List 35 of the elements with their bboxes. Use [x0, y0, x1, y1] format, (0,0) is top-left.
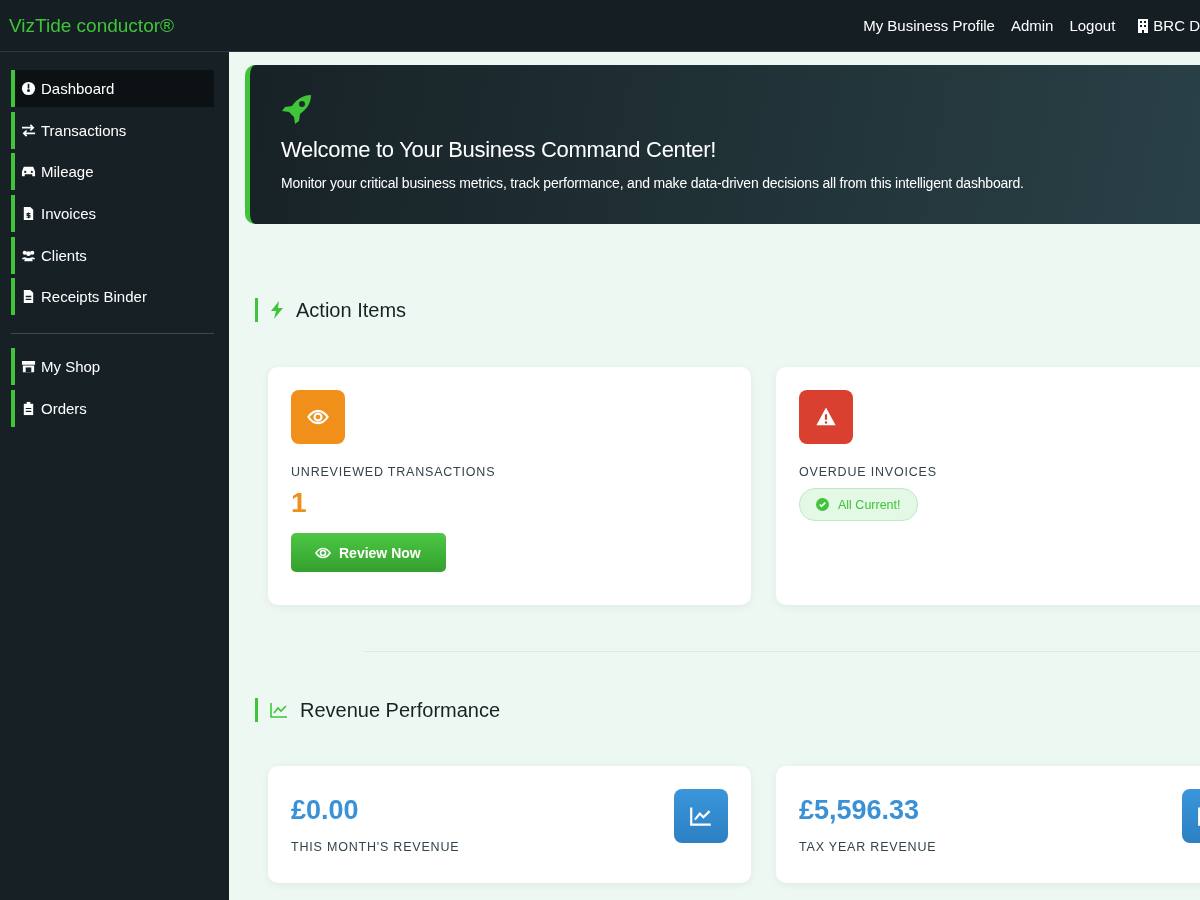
invoice-icon — [21, 206, 36, 222]
nav-link[interactable]: My Business Profile — [863, 17, 995, 34]
sidebar-item[interactable]: My Shop — [11, 348, 214, 386]
clipboard-icon — [21, 401, 36, 417]
building-icon — [1137, 18, 1150, 33]
brand-logo[interactable]: VizTide conductor® — [9, 14, 848, 37]
file-icon — [21, 289, 36, 305]
card-label: OVERDUE INVOICES — [799, 465, 938, 479]
section-heading: Action Items — [296, 298, 407, 322]
gauge-icon — [21, 81, 36, 96]
swap-arrows-icon — [21, 122, 36, 138]
revenue-value: £0.00 — [291, 795, 360, 826]
section-heading: Revenue Performance — [300, 698, 501, 722]
banner-text: Monitor your critical business metrics, track performance, and make data-driven decisions all from this intelligent dashboard. — [281, 175, 1025, 191]
account-name[interactable]: BRC D — [1153, 17, 1200, 34]
sidebar-item[interactable]: Receipts Binder — [11, 278, 214, 316]
count-value: 1 — [291, 487, 308, 519]
card-label: UNREVIEWED TRANSACTIONS — [291, 465, 497, 479]
nav-link[interactable]: Admin — [1010, 17, 1054, 34]
check-circle-icon — [816, 498, 829, 511]
lightning-icon — [270, 301, 284, 319]
banner-title: Welcome to Your Business Command Center! — [281, 137, 718, 163]
sidebar-item[interactable]: Clients — [11, 236, 214, 274]
status-badge: All Current! — [799, 488, 918, 521]
revenue-value: £5,596.33 — [799, 795, 921, 826]
rocket-icon — [281, 93, 313, 125]
sidebar-item[interactable]: Invoices — [11, 195, 214, 233]
card-label: THIS MONTH'S REVENUE — [291, 840, 460, 854]
sidebar-item[interactable]: Transactions — [11, 111, 214, 149]
card-label: TAX YEAR REVENUE — [799, 840, 937, 854]
sidebar-item[interactable]: Mileage — [11, 153, 214, 191]
sidebar-item[interactable]: Orders — [11, 390, 214, 428]
nav-link[interactable]: Logout — [1069, 17, 1116, 34]
sidebar-item[interactable]: Dashboard — [11, 70, 214, 107]
shop-icon — [21, 359, 36, 375]
